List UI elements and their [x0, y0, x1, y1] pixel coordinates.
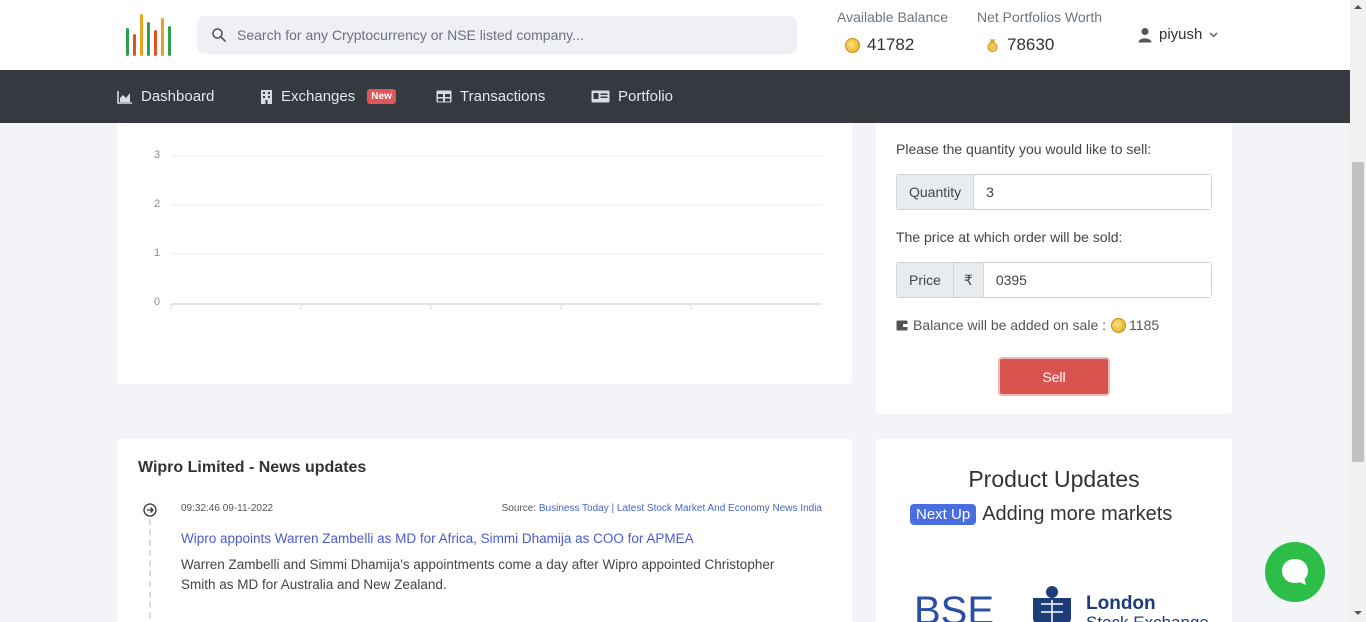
- news-source-link[interactable]: Business Today | Latest Stock Market And…: [539, 503, 822, 514]
- main-navbar: Dashboard Exchanges New Transactions Por…: [0, 70, 1350, 123]
- available-balance: Available Balance 41782: [837, 9, 948, 55]
- sell-button[interactable]: Sell: [998, 357, 1110, 396]
- bse-logo: BSE: [914, 589, 994, 622]
- price-label: Price: [897, 263, 954, 297]
- svg-text:BSE: BSE: [914, 589, 994, 622]
- scrollbar-thumb[interactable]: [1352, 162, 1364, 462]
- building-icon: [261, 90, 272, 104]
- search-icon: [212, 28, 226, 42]
- y-tick-label: 0: [154, 296, 161, 308]
- product-updates-text: Adding more markets: [982, 503, 1173, 525]
- app-logo[interactable]: [124, 12, 174, 58]
- arrow-circle-right-icon: [143, 503, 157, 517]
- news-source: Source: Business Today | Latest Stock Ma…: [502, 503, 822, 514]
- news-card: Wipro Limited - News updates 09:32:46 09…: [117, 439, 852, 622]
- scroll-down-icon[interactable]: [1354, 610, 1362, 616]
- id-card-icon: [591, 90, 610, 103]
- news-summary: Warren Zambelli and Simmi Dhamija's appo…: [181, 557, 775, 592]
- coin-icon: [845, 37, 860, 53]
- net-portfolio-worth: Net Portfolios Worth 78630: [977, 9, 1102, 55]
- rupee-symbol: ₹: [953, 263, 984, 297]
- lse-crest-logo: [1033, 586, 1071, 622]
- balance-note-text: Balance will be added on sale :: [913, 317, 1107, 333]
- timeline-line: [149, 519, 151, 622]
- balance-note: Balance will be added on sale : 1185: [896, 317, 1159, 333]
- nav-exchanges-label: Exchanges: [281, 88, 356, 105]
- wallet-icon: [896, 320, 908, 330]
- quantity-input-group: Quantity: [896, 174, 1212, 210]
- available-balance-value: 41782: [867, 35, 915, 54]
- nav-portfolio[interactable]: Portfolio: [591, 70, 673, 123]
- new-badge: New: [367, 89, 396, 104]
- news-title: Wipro Limited - News updates: [138, 459, 367, 476]
- scroll-up-icon[interactable]: [1354, 4, 1362, 10]
- news-source-prefix: Source:: [501, 503, 537, 514]
- product-updates-card: Product Updates Next Up Adding more mark…: [876, 439, 1232, 622]
- price-field[interactable]: [983, 263, 1211, 297]
- sell-order-card: Please the quantity you would like to se…: [876, 123, 1232, 414]
- lse-name-line1: London: [1086, 593, 1156, 614]
- coin-icon: [1111, 317, 1127, 333]
- price-input-group: Price ₹: [896, 262, 1212, 298]
- chevron-down-icon: [1209, 32, 1218, 37]
- price-chart: [170, 155, 822, 310]
- price-prompt: The price at which order will be sold:: [896, 229, 1123, 245]
- balance-added-value: 1185: [1129, 317, 1160, 333]
- nav-dashboard-label: Dashboard: [141, 88, 215, 105]
- search-input[interactable]: [237, 16, 787, 54]
- nav-dashboard[interactable]: Dashboard: [117, 70, 214, 123]
- table-icon: [436, 90, 452, 103]
- product-updates-title: Product Updates: [968, 466, 1140, 492]
- top-header: Available Balance 41782 Net Portfolios W…: [0, 0, 1350, 70]
- money-bag-icon: [987, 39, 998, 52]
- chart-area-icon: [117, 90, 132, 104]
- y-tick-label: 3: [154, 149, 161, 161]
- next-up-pill: Next Up: [910, 504, 977, 525]
- nav-exchanges[interactable]: Exchanges New: [260, 70, 396, 123]
- net-worth-label: Net Portfolios Worth: [977, 9, 1103, 25]
- username: piyush: [1159, 26, 1203, 43]
- chat-button[interactable]: [1265, 542, 1325, 602]
- product-updates-subtitle: Next Up Adding more markets: [910, 503, 1172, 526]
- quantity-field[interactable]: [974, 175, 1211, 209]
- nav-portfolio-label: Portfolio: [618, 88, 674, 105]
- quantity-label: Quantity: [897, 175, 975, 209]
- lse-name-line2: Stock Exchange: [1086, 613, 1209, 622]
- y-tick-label: 2: [154, 198, 161, 210]
- user-menu[interactable]: piyush: [1138, 26, 1218, 43]
- news-timestamp: 09:32:46 09-11-2022: [181, 503, 274, 514]
- chat-bubble-icon: [1282, 559, 1308, 585]
- search-bar: [197, 16, 797, 54]
- nav-transactions[interactable]: Transactions: [436, 70, 545, 123]
- user-icon: [1138, 27, 1152, 42]
- available-balance-label: Available Balance: [837, 9, 949, 25]
- nav-transactions-label: Transactions: [460, 88, 546, 105]
- net-worth-value: 78630: [1007, 35, 1055, 54]
- quantity-prompt: Please the quantity you would like to se…: [896, 141, 1152, 157]
- price-chart-card: 3 2 1 0: [117, 123, 852, 384]
- news-headline-link[interactable]: Wipro appoints Warren Zambelli as MD for…: [181, 531, 694, 546]
- y-tick-label: 1: [154, 247, 161, 259]
